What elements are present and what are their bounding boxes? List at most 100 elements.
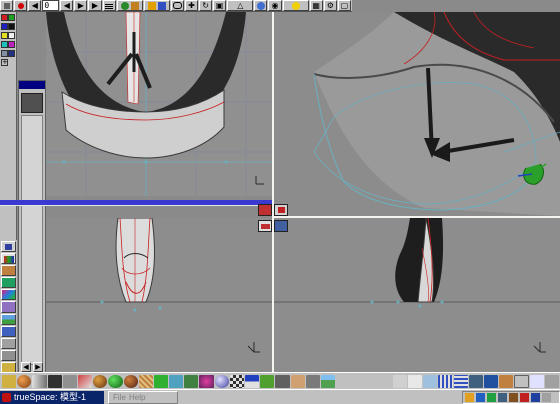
color-swatch-black[interactable] — [8, 23, 15, 30]
tools-icon[interactable] — [1, 349, 16, 361]
menu-icon[interactable] — [0, 0, 14, 11]
step-back-icon[interactable]: ◀ — [60, 0, 74, 11]
tray-chip-icon[interactable] — [509, 393, 518, 402]
menu-file[interactable]: File — [113, 392, 126, 403]
rotate-icon[interactable]: ↻ — [199, 0, 213, 11]
pattern-icon[interactable] — [138, 374, 153, 388]
face-icon[interactable] — [290, 374, 305, 388]
help-icon[interactable] — [544, 374, 560, 388]
tray-network-icon[interactable] — [476, 393, 485, 402]
viewport-splitter-horizontal[interactable] — [274, 216, 560, 218]
save-icon[interactable] — [1, 241, 16, 253]
green-ball-icon[interactable] — [108, 374, 123, 388]
deform-ribbon-icon[interactable] — [77, 374, 93, 388]
viewport-right[interactable] — [274, 218, 560, 372]
table-grid-icon[interactable] — [438, 374, 453, 388]
material-icon[interactable] — [1, 277, 16, 289]
green-shape-icon[interactable] — [153, 374, 169, 388]
brush-icon[interactable] — [1, 337, 16, 349]
color-swatch-yellow[interactable] — [1, 32, 8, 39]
tray-monitor-icon[interactable] — [498, 393, 507, 402]
tray-shield-icon[interactable] — [520, 393, 529, 402]
light-icon[interactable] — [282, 0, 309, 11]
landscape-icon[interactable] — [1, 313, 16, 325]
library-thumbnail[interactable] — [21, 93, 43, 113]
object-icon[interactable] — [484, 374, 499, 388]
render-tool-icon[interactable] — [170, 0, 184, 11]
flower-icon[interactable] — [199, 374, 214, 388]
play-icon[interactable]: ▶ — [74, 0, 88, 11]
view-front-button[interactable] — [258, 220, 272, 232]
library-list[interactable] — [21, 115, 43, 365]
checker-icon[interactable] — [229, 374, 244, 388]
grass-icon[interactable] — [260, 374, 275, 388]
tray-volume-icon[interactable] — [465, 393, 474, 402]
tray-user-icon[interactable] — [542, 393, 551, 402]
render-icon[interactable] — [529, 374, 544, 388]
monitor-icon[interactable] — [468, 374, 483, 388]
sky-icon[interactable] — [1, 325, 16, 337]
metal-icon[interactable] — [305, 374, 320, 388]
color-picker-icon[interactable] — [1, 301, 16, 313]
add-icon[interactable]: + — [1, 59, 8, 66]
move-icon[interactable]: ✚ — [184, 0, 199, 11]
page-icon[interactable] — [408, 374, 423, 388]
view-icon[interactable] — [254, 0, 268, 11]
menu-help[interactable]: Help — [129, 392, 145, 403]
landscape-tile-icon[interactable] — [320, 374, 336, 388]
color-swatch-blue[interactable] — [1, 23, 8, 30]
figure-icon[interactable] — [275, 374, 290, 388]
sphere-icon[interactable] — [17, 374, 32, 388]
viewport-side[interactable] — [46, 218, 272, 372]
folder-open-icon[interactable] — [2, 374, 17, 388]
object-tool-icon[interactable] — [116, 0, 143, 11]
color-swatch-navy[interactable] — [8, 50, 15, 57]
grid-view-icon[interactable] — [453, 374, 468, 388]
scroll-right-icon[interactable]: ▶ — [33, 362, 43, 372]
view-perspective-button[interactable] — [258, 204, 272, 216]
spiral-icon[interactable] — [169, 374, 184, 388]
go-start-icon[interactable]: ◀ — [28, 0, 42, 11]
texture-icon[interactable] — [1, 265, 16, 277]
paint-tool-icon[interactable] — [143, 0, 170, 11]
snap-icon[interactable]: ⚙ — [323, 0, 337, 11]
chess-icon[interactable] — [47, 374, 62, 388]
color-swatch-gray[interactable] — [1, 50, 8, 57]
camera-icon[interactable]: ◉ — [268, 0, 282, 11]
scale-icon[interactable]: ▣ — [213, 0, 227, 11]
tray-info-icon[interactable] — [531, 393, 540, 402]
car-icon[interactable] — [62, 374, 77, 388]
color-swatch-magenta[interactable] — [8, 41, 15, 48]
library-title-bar[interactable] — [19, 81, 45, 89]
go-end-icon[interactable]: ▶ — [88, 0, 102, 11]
wood-ball-icon[interactable] — [93, 374, 108, 388]
viewport-front[interactable] — [46, 12, 272, 196]
color-swatch-white[interactable] — [8, 32, 15, 39]
flag-icon[interactable] — [245, 374, 260, 388]
settings-icon[interactable] — [514, 374, 529, 388]
viewport-splitter-vertical[interactable] — [272, 12, 274, 372]
scroll-left-icon[interactable]: ◀ — [21, 362, 31, 372]
view-camera-button[interactable] — [274, 204, 288, 216]
tree-icon[interactable] — [184, 374, 199, 388]
texture-tile-icon[interactable] — [499, 374, 514, 388]
task-button[interactable]: trueSpace: 模型-1 — [0, 391, 104, 404]
grid-icon[interactable]: ▦ — [309, 0, 323, 11]
undo-icon[interactable] — [392, 374, 408, 388]
cylinder-icon[interactable] — [32, 374, 47, 388]
marble-ball-icon[interactable] — [214, 374, 229, 388]
brown-ball-icon[interactable] — [123, 374, 138, 388]
viewport-perspective[interactable] — [274, 12, 560, 216]
palette-icon[interactable] — [1, 253, 16, 265]
window-icon[interactable]: ▢ — [337, 0, 351, 11]
gradient-icon[interactable] — [1, 289, 16, 301]
deform-icon[interactable]: △ — [227, 0, 254, 11]
color-swatch-red[interactable] — [1, 14, 8, 21]
frame-number-field[interactable]: 0 — [42, 0, 60, 11]
record-icon[interactable] — [14, 0, 28, 11]
view-top-button[interactable] — [274, 220, 288, 232]
camera-view-icon[interactable] — [423, 374, 438, 388]
tray-app-icon[interactable] — [487, 393, 496, 402]
object-info-icon[interactable] — [102, 0, 116, 11]
color-swatch-green[interactable] — [8, 14, 15, 21]
